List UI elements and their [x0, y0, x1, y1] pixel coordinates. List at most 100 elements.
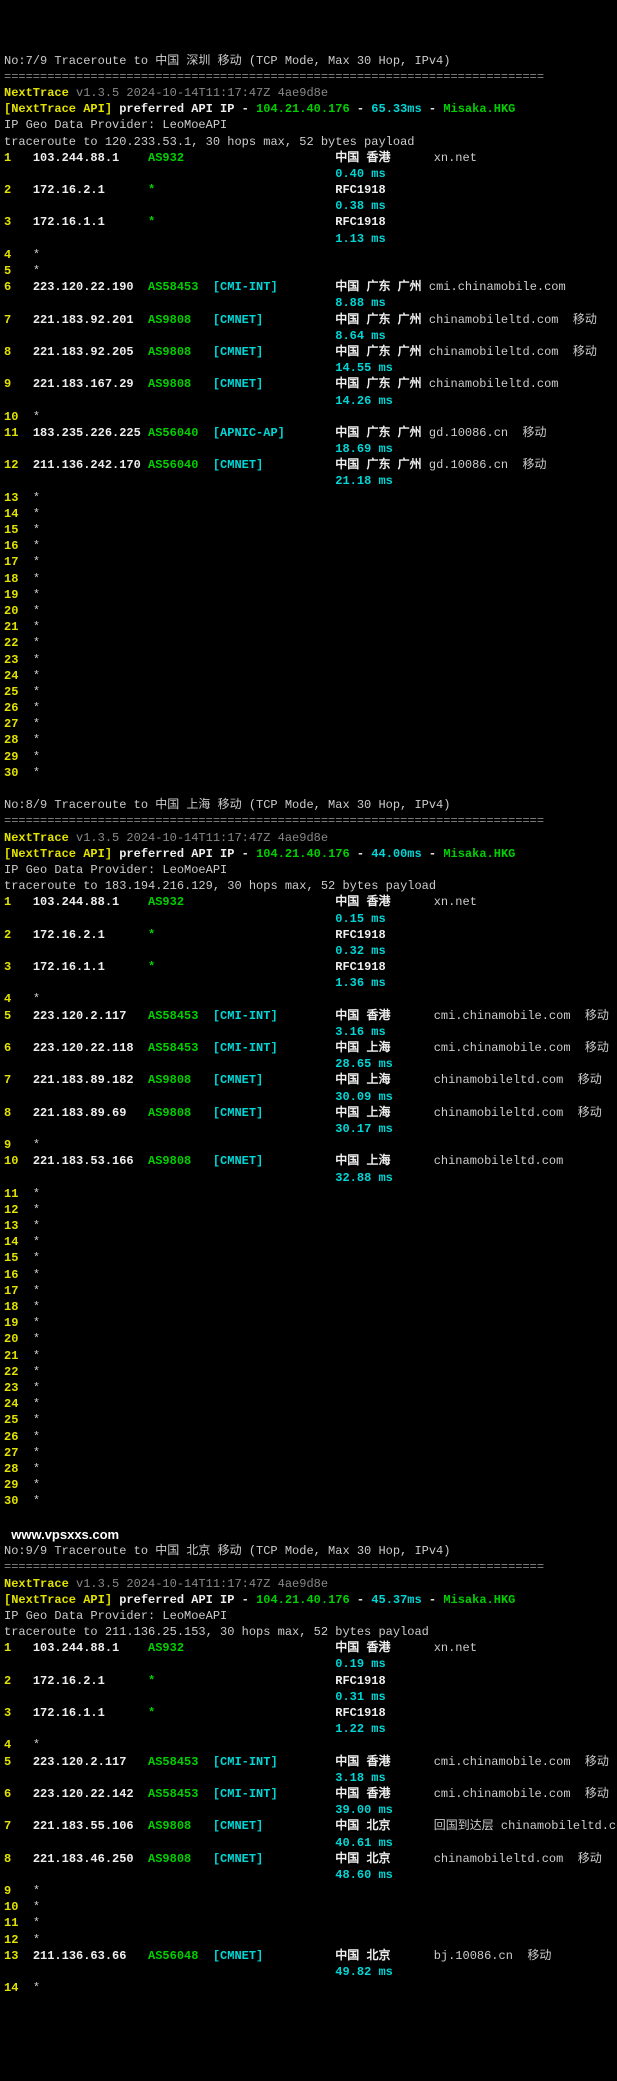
- hop-num: 9: [4, 377, 33, 391]
- hop-num: 7: [4, 1073, 33, 1087]
- hop-asn: AS932: [148, 1641, 213, 1655]
- hop-asn: *: [148, 183, 213, 197]
- hop-row: 11 *: [4, 1915, 617, 1931]
- hop-row: 3 172.16.1.1 * RFC1918: [4, 214, 617, 230]
- hop-net: [213, 895, 314, 909]
- hop-row: 5 223.120.2.117 AS58453 [CMI-INT] 中国 香港 …: [4, 1008, 617, 1024]
- hop-num: 6: [4, 1787, 33, 1801]
- trace-target: traceroute to 183.194.216.129, 30 hops m…: [4, 878, 617, 894]
- hop-row: 1 103.244.88.1 AS932 中国 香港 xn.net: [4, 150, 617, 166]
- hop-domain: [436, 928, 443, 942]
- hop-domain: chinamobileltd.com 移动: [427, 1852, 602, 1866]
- hop-asn: AS932: [148, 895, 213, 909]
- hop-num: 19: [4, 588, 33, 602]
- hop-domain: [436, 183, 443, 197]
- hop-num: 5: [4, 1009, 33, 1023]
- hop-ms: 8.64 ms: [335, 329, 385, 343]
- hop-latency: 3.18 ms: [4, 1770, 617, 1786]
- hop-num: 21: [4, 1349, 33, 1363]
- hop-row: 16 *: [4, 1267, 617, 1283]
- hop-row: 23 *: [4, 1380, 617, 1396]
- hop-latency: 0.38 ms: [4, 198, 617, 214]
- hop-row: 21 *: [4, 619, 617, 635]
- api-ip: 104.21.40.176: [256, 102, 350, 116]
- hop-latency: 14.55 ms: [4, 360, 617, 376]
- hop-row: 12 *: [4, 1932, 617, 1948]
- hop-num: 9: [4, 1138, 33, 1152]
- hop-loc: 中国 广东 广州: [335, 345, 421, 359]
- hop-ip: 223.120.22.118: [33, 1041, 148, 1055]
- hop-num: 10: [4, 1900, 33, 1914]
- blank-line: [4, 1509, 617, 1525]
- hop-num: 4: [4, 992, 33, 1006]
- hop-row: 25 *: [4, 1412, 617, 1428]
- hop-loc: 中国 香港: [335, 895, 426, 909]
- hop-ip: 221.183.46.250: [33, 1852, 148, 1866]
- hop-latency: 0.31 ms: [4, 1689, 617, 1705]
- hop-num: 22: [4, 1365, 33, 1379]
- hop-loc: RFC1918: [335, 1674, 436, 1688]
- hop-latency: 0.19 ms: [4, 1656, 617, 1672]
- hop-latency: 3.16 ms: [4, 1024, 617, 1040]
- api-line: [NextTrace API] preferred API IP - 104.2…: [4, 1592, 617, 1608]
- hop-domain: bj.10086.cn 移动: [427, 1949, 552, 1963]
- hop-domain: chinamobileltd.com 移动: [427, 1106, 602, 1120]
- hop-row: 8 221.183.92.205 AS9808 [CMNET] 中国 广东 广州…: [4, 344, 617, 360]
- hop-row: 19 *: [4, 587, 617, 603]
- hop-domain: cmi.chinamobile.com 移动: [427, 1041, 609, 1055]
- hop-num: 8: [4, 345, 33, 359]
- hop-row: 6 223.120.22.142 AS58453 [CMI-INT] 中国 香港…: [4, 1786, 617, 1802]
- hop-num: 7: [4, 313, 33, 327]
- hop-latency: 8.64 ms: [4, 328, 617, 344]
- hop-latency: 1.13 ms: [4, 231, 617, 247]
- hop-asn: AS9808: [148, 313, 213, 327]
- hop-num: 11: [4, 1916, 33, 1930]
- api-line: [NextTrace API] preferred API IP - 104.2…: [4, 101, 617, 117]
- hop-num: 13: [4, 1219, 33, 1233]
- hop-row: 13 *: [4, 490, 617, 506]
- hop-row: 13 *: [4, 1218, 617, 1234]
- api-line: [NextTrace API] preferred API IP - 104.2…: [4, 846, 617, 862]
- hop-row: 14 *: [4, 1234, 617, 1250]
- hop-row: 7 221.183.89.182 AS9808 [CMNET] 中国 上海 ch…: [4, 1072, 617, 1088]
- trace-target: traceroute to 120.233.53.1, 30 hops max,…: [4, 134, 617, 150]
- hop-net: [CMNET]: [213, 377, 314, 391]
- hop-ip: 172.16.2.1: [33, 183, 148, 197]
- trace-title: No:9/9 Traceroute to 中国 北京 移动 (TCP Mode,…: [4, 1543, 617, 1559]
- hop-row: 27 *: [4, 716, 617, 732]
- hop-row: 21 *: [4, 1348, 617, 1364]
- hop-loc: 中国 广东 广州: [335, 377, 421, 391]
- hop-row: 25 *: [4, 684, 617, 700]
- hop-num: 23: [4, 1381, 33, 1395]
- hop-num: 10: [4, 1154, 33, 1168]
- hop-num: 27: [4, 717, 33, 731]
- hop-loc: 中国 香港: [335, 1009, 426, 1023]
- hop-ip: 103.244.88.1: [33, 151, 148, 165]
- hop-domain: [436, 1674, 443, 1688]
- hop-row: 9 *: [4, 1883, 617, 1899]
- hop-ip: 172.16.1.1: [33, 960, 148, 974]
- hop-domain: cmi.chinamobile.com 移动: [427, 1009, 609, 1023]
- hop-asn: AS56040: [148, 458, 213, 472]
- hop-num: 4: [4, 248, 33, 262]
- trace-header: NextTrace v1.3.5 2024-10-14T11:17:47Z 4a…: [4, 1576, 617, 1592]
- hop-domain: [436, 215, 443, 229]
- hop-ms: 30.17 ms: [335, 1122, 393, 1136]
- hop-num: 14: [4, 507, 33, 521]
- hop-net: [213, 1674, 314, 1688]
- hop-loc: 中国 上海: [335, 1073, 426, 1087]
- hop-ms: 14.55 ms: [335, 361, 393, 375]
- hop-ms: 32.88 ms: [335, 1171, 393, 1185]
- hop-row: 9 *: [4, 1137, 617, 1153]
- hop-row: 20 *: [4, 603, 617, 619]
- hop-loc: 中国 上海: [335, 1106, 426, 1120]
- hop-row: 22 *: [4, 635, 617, 651]
- hop-ms: 0.31 ms: [335, 1690, 385, 1704]
- hop-num: 1: [4, 895, 33, 909]
- app-version: v1.3.5 2024-10-14T11:17:47Z 4ae9d8e: [76, 86, 328, 100]
- hop-loc: 中国 上海: [335, 1041, 426, 1055]
- blank-line: [4, 781, 617, 797]
- hop-num: 25: [4, 685, 33, 699]
- hop-row: 30 *: [4, 765, 617, 781]
- hop-row: 1 103.244.88.1 AS932 中国 香港 xn.net: [4, 894, 617, 910]
